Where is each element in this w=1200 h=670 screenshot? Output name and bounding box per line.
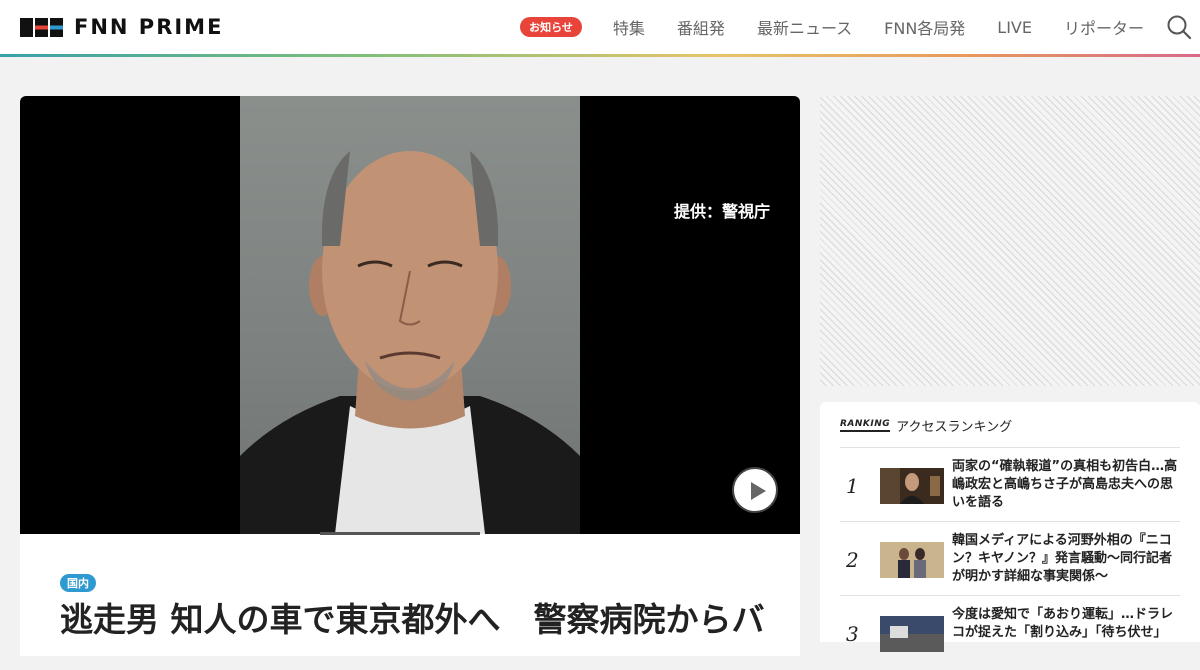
nav-item-live[interactable]: LIVE: [997, 18, 1032, 37]
nav-item-features[interactable]: 特集: [613, 15, 645, 39]
rank-number: 2: [846, 548, 859, 572]
ranking-header: RANKING アクセスランキング: [840, 416, 1012, 435]
article-card: 提供：警視庁 国内 逃走男 知人の車で東京都外へ 警察病院からバ: [20, 96, 800, 656]
rank-thumbnail: [880, 542, 944, 578]
rank-title: 今度は愛知で「あおり運転」…ドラレコが捉えた「割り込み」「待ち伏せ」: [952, 607, 1174, 640]
nav-item-programs[interactable]: 番組発: [677, 15, 725, 39]
photo-credit: 提供：警視庁: [673, 202, 770, 221]
ranking-label: RANKING: [840, 419, 891, 432]
ranking-title: アクセスランキング: [896, 420, 1013, 435]
ranking-panel: RANKING アクセスランキング 1 両家の“確執報道”の真相も初告白…高嶋政…: [820, 402, 1200, 652]
video-player[interactable]: 提供：警視庁: [20, 96, 800, 535]
site-header: FNN PRIME お知らせ 特集 番組発 最新ニュース FNN各局発 LIVE…: [0, 0, 1200, 54]
nav-item-latest-news[interactable]: 最新ニュース: [757, 15, 852, 39]
header-gradient-rule: [0, 54, 1200, 57]
rank-title: 韓国メディアによる河野外相の『ニコン？キヤノン？』発言騒動～同行記者が明かす詳細…: [952, 533, 1172, 584]
rank-thumbnail: [880, 468, 944, 504]
logo-text: FNN PRIME: [74, 15, 224, 39]
ad-placeholder: [820, 96, 1200, 386]
video-progress-bar[interactable]: [320, 532, 480, 535]
play-button[interactable]: [732, 467, 778, 513]
main-nav: お知らせ 特集 番組発 最新ニュース FNN各局発 LIVE リポーター: [520, 0, 1144, 54]
rank-thumbnail: [880, 616, 944, 652]
nav-item-affiliates[interactable]: FNN各局発: [884, 15, 965, 39]
site-logo[interactable]: FNN PRIME: [20, 14, 223, 40]
notice-badge[interactable]: お知らせ: [520, 17, 582, 37]
article-headline[interactable]: 逃走男 知人の車で東京都外へ 警察病院からバ: [60, 598, 780, 642]
logo-mark-icon: [20, 17, 65, 37]
category-badge[interactable]: 国内: [60, 574, 96, 592]
search-icon[interactable]: [1166, 14, 1192, 40]
rank-title: 両家の“確執報道”の真相も初告白…高嶋政宏と高嶋ちさ子が高島忠夫への思いを語る: [952, 459, 1178, 510]
rank-number: 1: [846, 474, 859, 498]
ranking-item[interactable]: 1 両家の“確執報道”の真相も初告白…高嶋政宏と高嶋ちさ子が高島忠夫への思いを語…: [840, 447, 1180, 522]
nav-item-reporter[interactable]: リポーター: [1064, 15, 1144, 39]
suspect-photo: [240, 96, 580, 534]
ranking-item[interactable]: 3 今度は愛知で「あおり運転」…ドラレコが捉えた「割り込み」「待ち伏せ」: [840, 595, 1180, 670]
rank-number: 3: [846, 622, 859, 646]
ranking-item[interactable]: 2 韓国メディアによる河野外相の『ニコン？キヤノン？』発言騒動～同行記者が明かす…: [840, 521, 1180, 596]
